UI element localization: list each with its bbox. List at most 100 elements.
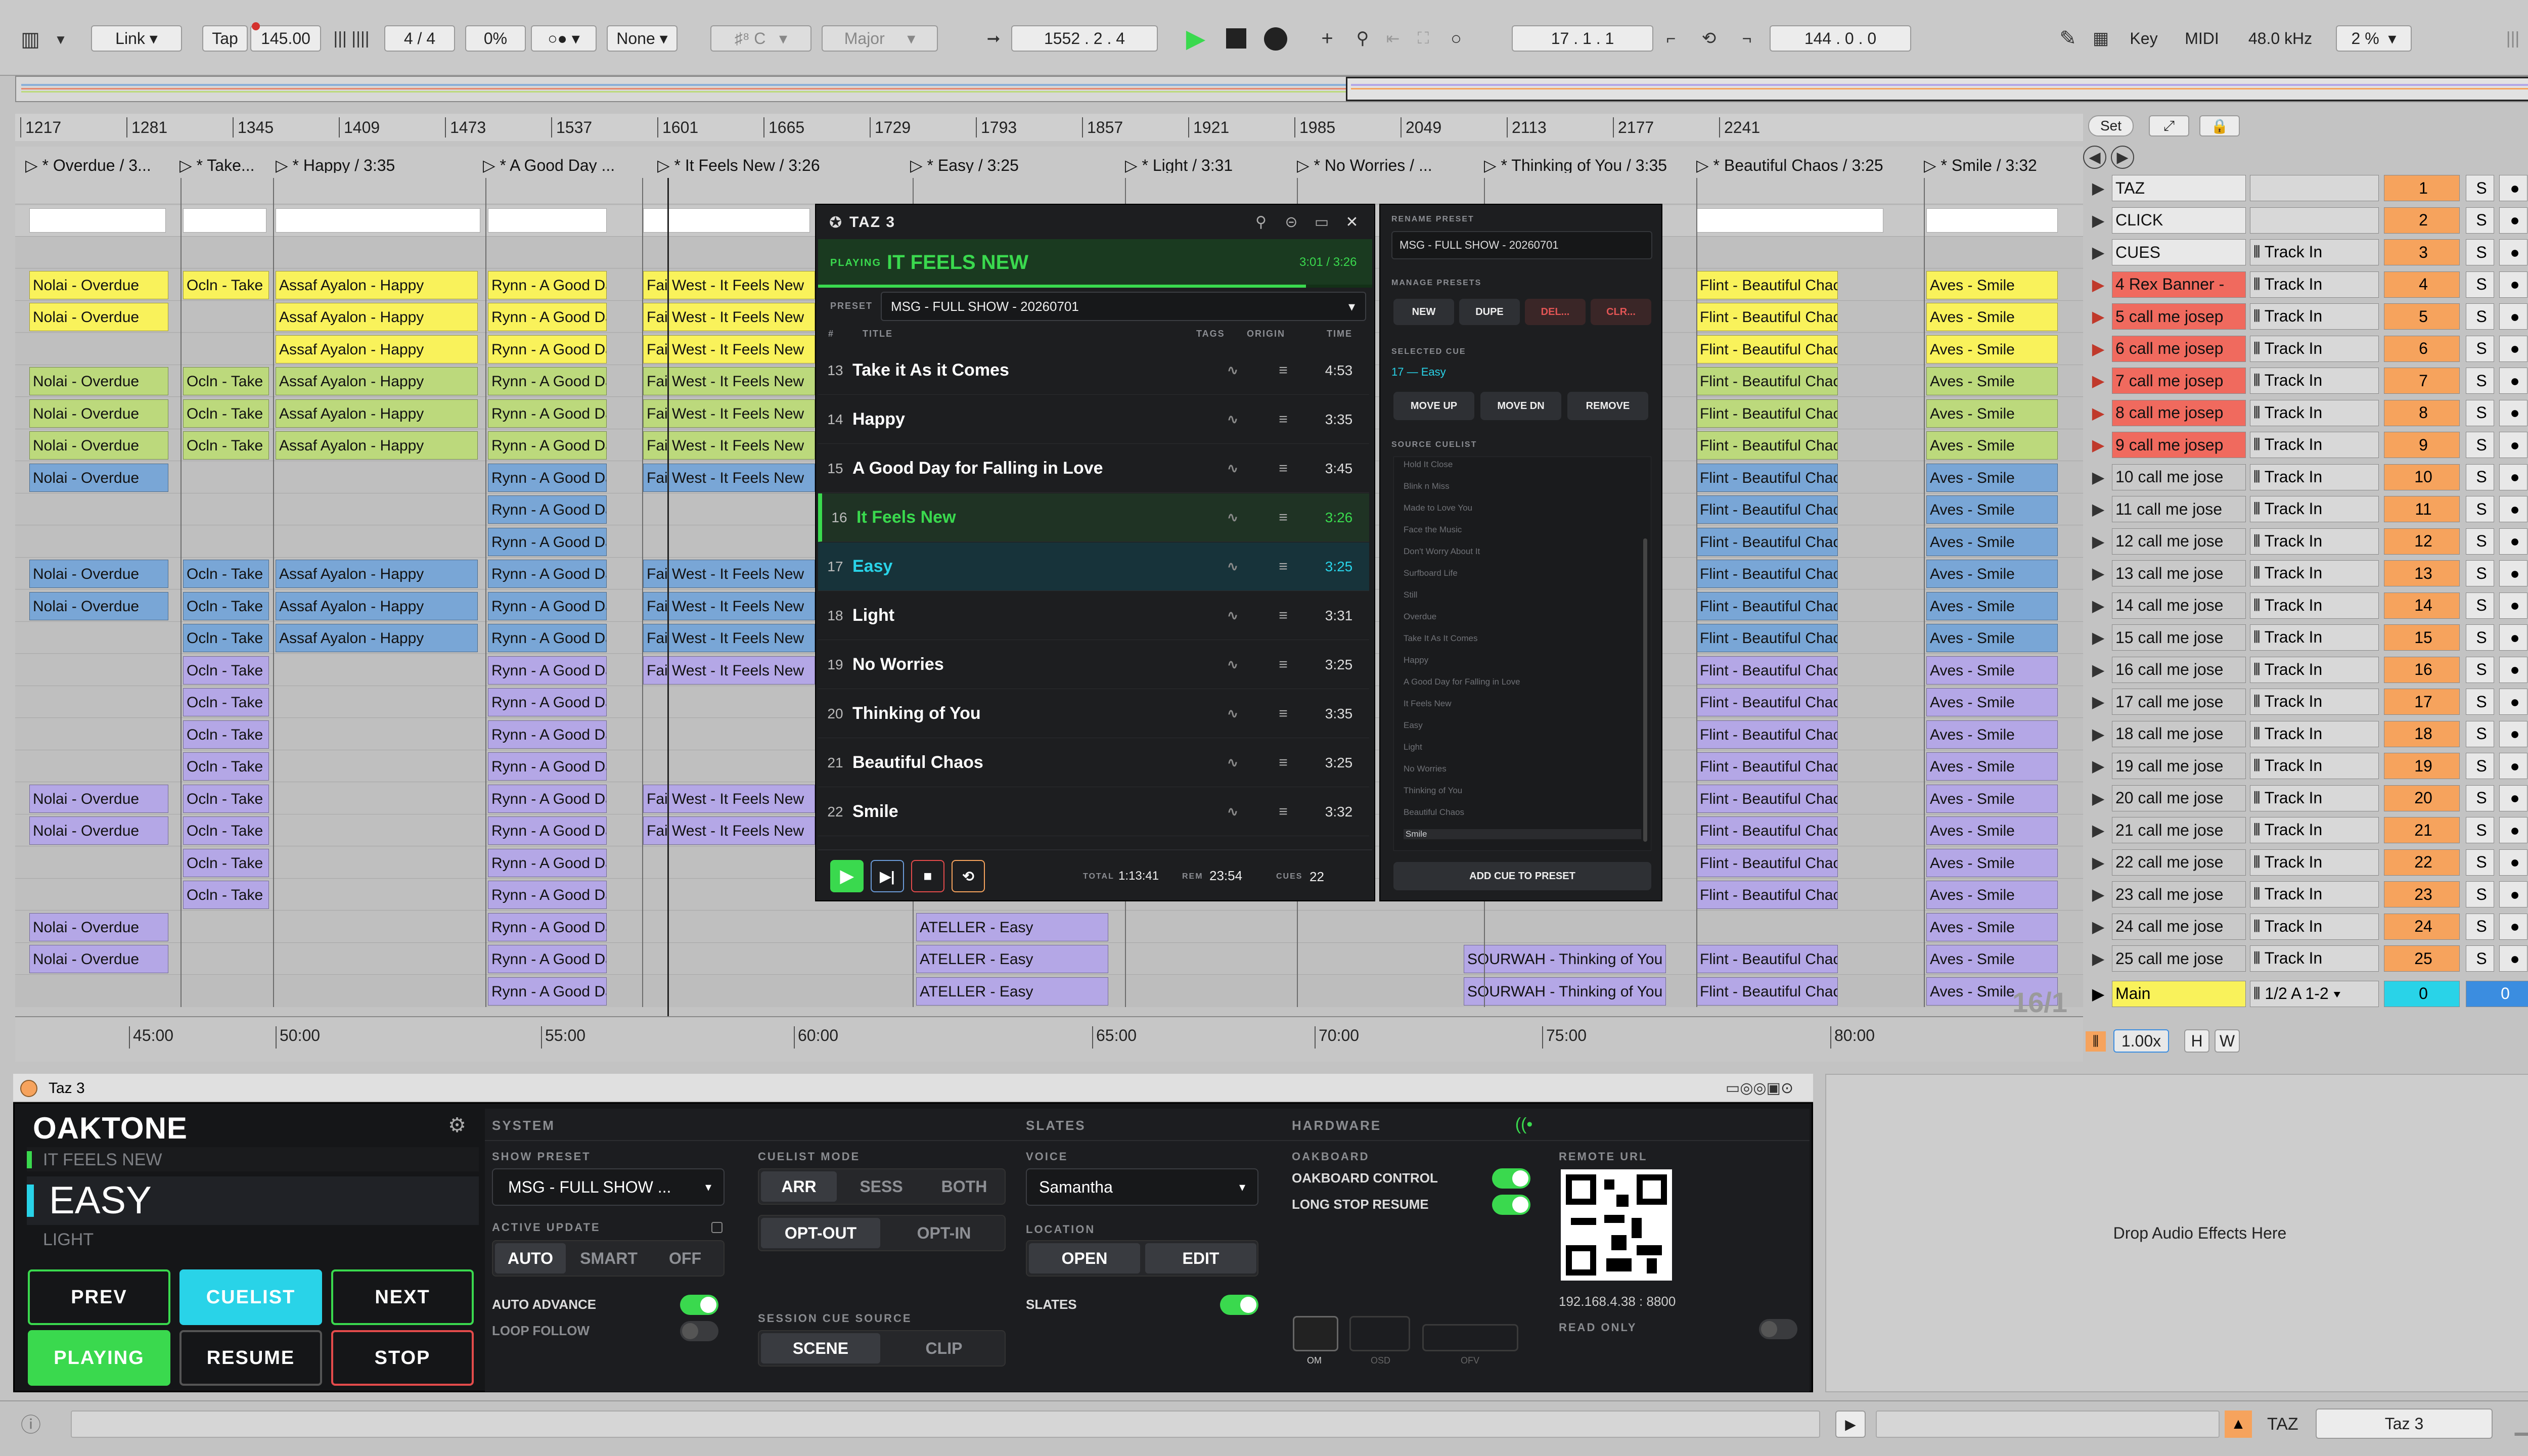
track-play-icon[interactable]: ▶ xyxy=(2084,657,2110,683)
clip[interactable]: Ocln - Take It As It Comes xyxy=(183,881,269,909)
arm-button[interactable]: ● xyxy=(2499,528,2527,555)
arm-button[interactable]: ● xyxy=(2499,881,2527,907)
clip[interactable]: Flint - Beautiful Chaos xyxy=(1696,848,1838,877)
track-input[interactable]: ⫴ Track In xyxy=(2250,496,2379,522)
om-device-icon[interactable] xyxy=(1293,1316,1338,1351)
overview-icon[interactable]: ||| xyxy=(2498,25,2528,52)
clip[interactable]: Ocln - Take It As It Comes xyxy=(183,560,269,588)
oakboard-control-toggle[interactable] xyxy=(1492,1168,1530,1189)
clip[interactable]: Aves - Smile xyxy=(1926,624,2058,652)
clip[interactable]: ATELLER - Easy xyxy=(916,977,1108,1006)
prev-button[interactable]: PREV xyxy=(28,1269,170,1325)
track-number[interactable]: 3 xyxy=(2384,239,2460,265)
track-input[interactable]: ⫴ Track In xyxy=(2250,817,2379,843)
clip[interactable]: ATELLER - Easy xyxy=(916,913,1108,941)
clip[interactable]: Aves - Smile xyxy=(1926,367,2058,395)
opt-out-option[interactable]: OPT-OUT xyxy=(761,1218,880,1248)
draw-mode-icon[interactable]: ✎ xyxy=(2053,25,2083,52)
clip[interactable]: Rynn - A Good Day xyxy=(488,752,607,781)
track-play-icon[interactable]: ▶ xyxy=(2084,624,2110,651)
next-locator-icon[interactable]: ▶ xyxy=(2111,146,2134,169)
clip[interactable]: Fai West - It Feels New xyxy=(643,560,815,588)
main-pan[interactable]: 0 xyxy=(2466,980,2528,1007)
zoom-icon[interactable]: ⫼ xyxy=(2086,1031,2106,1052)
clip[interactable]: Ocln - Take It As It Comes xyxy=(183,656,269,685)
clip[interactable]: Ocln - Take It As It Comes xyxy=(183,399,269,428)
track-name[interactable]: 8 call me josep xyxy=(2112,399,2246,426)
w-button[interactable]: W xyxy=(2215,1029,2240,1053)
loop-follow-toggle[interactable] xyxy=(680,1321,718,1341)
track-number[interactable]: 22 xyxy=(2384,849,2460,876)
source-cue-item[interactable]: Thinking of You xyxy=(1404,786,1462,796)
arm-button[interactable]: ● xyxy=(2499,913,2527,940)
both-option[interactable]: BOTH xyxy=(924,1171,1005,1202)
clip[interactable]: Rynn - A Good Day xyxy=(488,688,607,716)
track-name[interactable]: 7 call me josep xyxy=(2112,368,2246,394)
clip[interactable]: Assaf Ayalon - Happy xyxy=(276,624,478,652)
arm-button[interactable]: ● xyxy=(2499,335,2527,362)
source-cue-item[interactable]: Smile xyxy=(1404,829,1641,839)
clip[interactable]: Nolai - Overdue xyxy=(29,270,168,299)
link-button[interactable]: Link ▾ xyxy=(91,25,182,52)
track-name[interactable]: 15 call me jose xyxy=(2112,624,2246,651)
solo-button[interactable]: S xyxy=(2466,689,2494,715)
solo-button[interactable]: S xyxy=(2466,849,2494,876)
clip[interactable]: Aves - Smile xyxy=(1926,688,2058,716)
clip[interactable]: Fai West - It Feels New xyxy=(643,431,815,460)
punch-in-icon[interactable]: ⌐ xyxy=(1656,25,1686,52)
track-header[interactable]: ▶ 5 call me josep ⫴ Track In 5 S ● xyxy=(2081,301,2528,332)
clip[interactable]: Rynn - A Good Day xyxy=(488,913,607,941)
auto-advance-toggle[interactable] xyxy=(680,1295,718,1315)
clip[interactable]: Rynn - A Good Day xyxy=(488,592,607,620)
midi-map-button[interactable]: MIDI xyxy=(2174,25,2230,52)
clip[interactable]: Rynn - A Good Day xyxy=(488,527,607,556)
loop-button[interactable]: ⟲ xyxy=(952,860,985,892)
scale-menu[interactable]: Major ▾ xyxy=(822,25,938,52)
clip[interactable]: Flint - Beautiful Chaos xyxy=(1696,367,1838,395)
source-cue-item[interactable]: Beautiful Chaos xyxy=(1404,807,1464,817)
track-name[interactable]: 23 call me jose xyxy=(2112,881,2246,907)
clear-preset-button[interactable]: CLR... xyxy=(1591,299,1651,325)
open-button[interactable]: OPEN xyxy=(1029,1243,1140,1273)
punch-out-icon[interactable]: ¬ xyxy=(1732,25,1762,52)
search-icon[interactable]: ⚲ xyxy=(1251,212,1271,232)
arm-button[interactable]: ● xyxy=(2499,368,2527,394)
arrangement-overview[interactable] xyxy=(15,76,2528,102)
step-button[interactable]: ▶| xyxy=(871,860,904,892)
follow-arrow-icon[interactable]: ➞ xyxy=(978,25,1009,52)
cuelist-button[interactable]: CUELIST xyxy=(179,1269,322,1325)
track-number[interactable]: 12 xyxy=(2384,528,2460,555)
source-cue-item[interactable]: Made to Love You xyxy=(1404,503,1472,513)
solo-button[interactable]: S xyxy=(2466,560,2494,586)
track-play-icon[interactable]: ▶ xyxy=(2084,881,2110,907)
arm-button[interactable]: ● xyxy=(2499,753,2527,779)
capture-icon[interactable]: ⛶ xyxy=(1411,25,1436,52)
play-button[interactable]: ▶ xyxy=(830,860,864,892)
source-cue-item[interactable]: Still xyxy=(1404,590,1417,600)
track-number[interactable]: 8 xyxy=(2384,399,2460,426)
clip[interactable]: Flint - Beautiful Chaos xyxy=(1696,270,1838,299)
clip[interactable]: Nolai - Overdue xyxy=(29,784,168,813)
source-cue-item[interactable]: Easy xyxy=(1404,720,1423,731)
track-header[interactable]: ▶ CLICK 2 S ● xyxy=(2081,205,2528,236)
clip[interactable]: Flint - Beautiful Chaos xyxy=(1696,399,1838,428)
track-number[interactable]: 25 xyxy=(2384,945,2460,972)
track-input[interactable]: ⫴ Track In xyxy=(2250,753,2379,779)
track-lane[interactable] xyxy=(15,173,2083,204)
lock-icon[interactable]: 🔒 xyxy=(2199,115,2240,136)
cue-row[interactable]: 13 Take it As it Comes ∿ ≡ 4:53 xyxy=(818,346,1369,395)
locator[interactable]: ▷ * It Feels New / 3:26 xyxy=(657,156,820,175)
clip[interactable]: Flint - Beautiful Chaos xyxy=(1696,303,1838,331)
active-update-segment[interactable]: AUTO SMART OFF xyxy=(492,1240,725,1277)
clip[interactable]: Rynn - A Good Day xyxy=(488,945,607,973)
track-header[interactable]: ▶ 18 call me jose ⫴ Track In 18 S ● xyxy=(2081,719,2528,749)
clip[interactable]: Flint - Beautiful Chaos xyxy=(1696,624,1838,652)
solo-button[interactable]: S xyxy=(2466,656,2494,683)
solo-button[interactable]: S xyxy=(2466,303,2494,330)
clip[interactable]: Flint - Beautiful Chaos xyxy=(1696,816,1838,845)
track-input[interactable]: ⫴ Track In xyxy=(2250,689,2379,715)
tag-icon[interactable]: ∿ xyxy=(1207,706,1258,721)
clip[interactable]: Ocln - Take It As It Comes xyxy=(183,624,269,652)
track-input[interactable]: ⫴ Track In xyxy=(2250,271,2379,298)
track-play-icon[interactable]: ▶ xyxy=(2084,560,2110,586)
